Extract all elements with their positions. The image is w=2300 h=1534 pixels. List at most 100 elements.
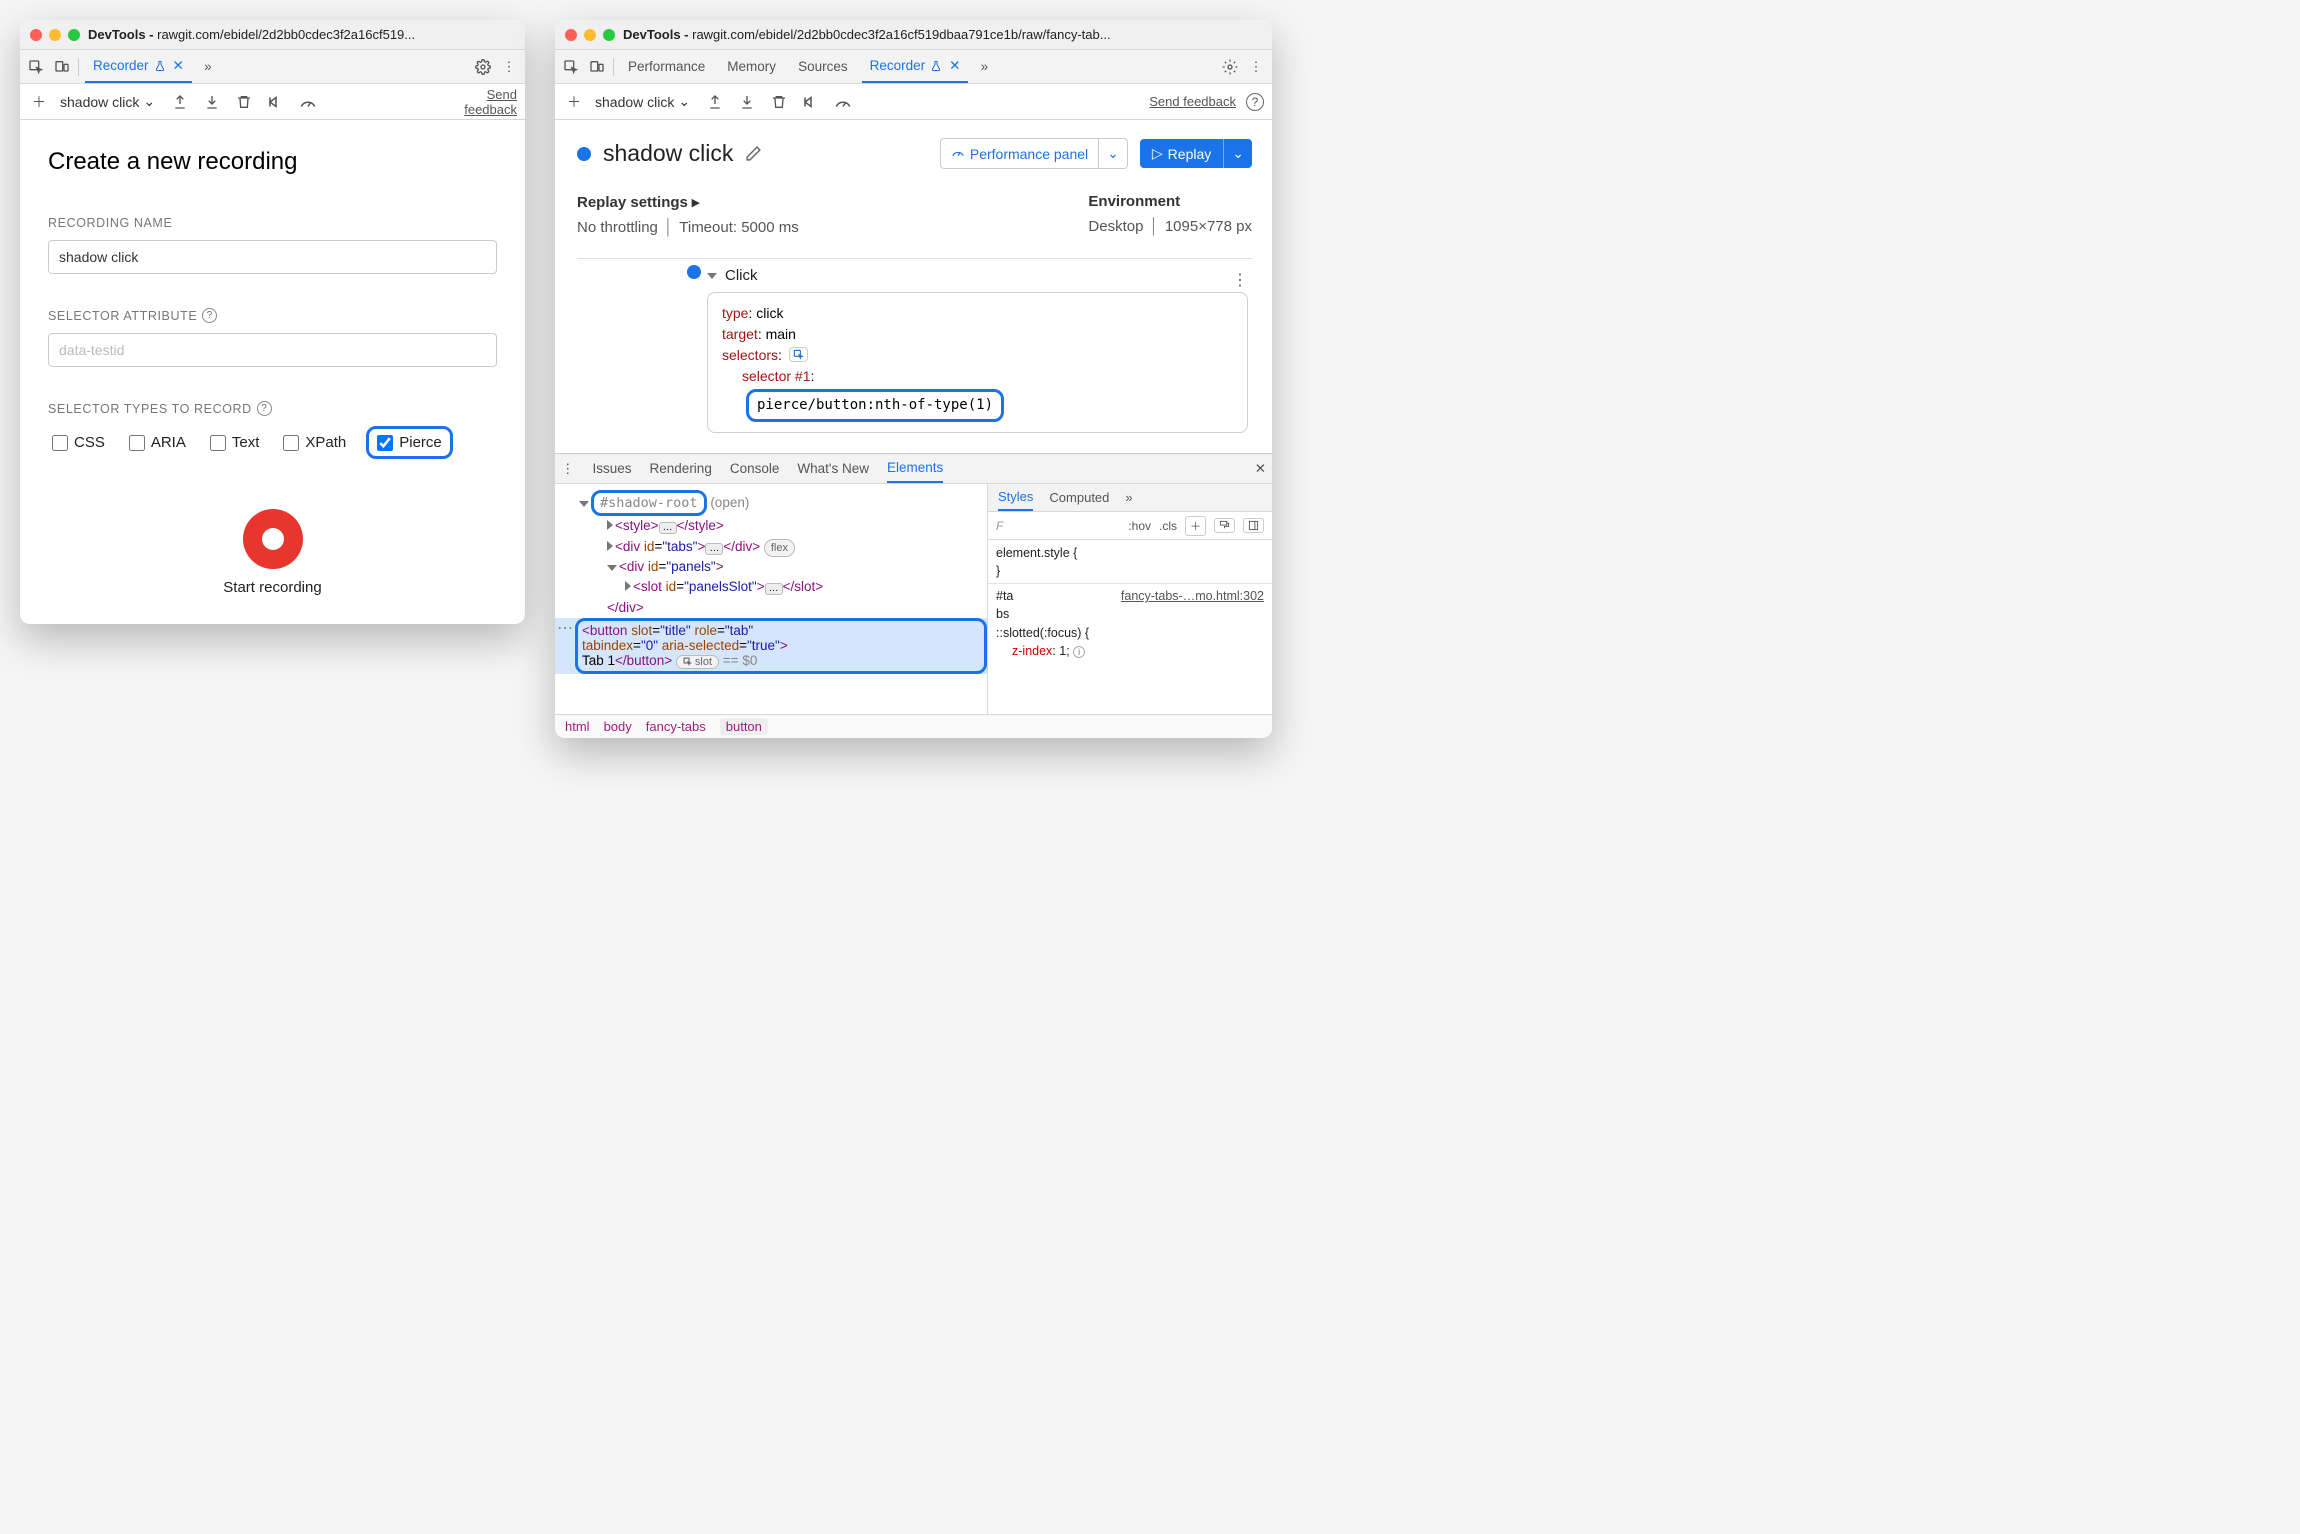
tab-recorder[interactable]: Recorder ✕ xyxy=(862,50,969,83)
new-recording-icon[interactable]: ＋ xyxy=(28,91,50,113)
slot-badge[interactable]: slot xyxy=(676,655,719,669)
panel-dock-icon[interactable] xyxy=(1243,518,1264,533)
import-icon[interactable] xyxy=(201,91,223,113)
step-menu-icon[interactable]: ⋮ xyxy=(1232,270,1248,290)
selector-type-pierce[interactable]: Pierce xyxy=(366,426,453,459)
step-icon[interactable] xyxy=(265,91,287,113)
performance-panel-button[interactable]: Performance panel ⌄ xyxy=(940,138,1128,169)
chevron-down-icon[interactable]: ⌄ xyxy=(1098,139,1127,168)
selector-types-row: CSS ARIA Text XPath Pierce xyxy=(48,426,497,459)
device-toolbar-icon[interactable] xyxy=(587,57,607,77)
selector-type-text[interactable]: Text xyxy=(206,431,264,454)
crumb-body[interactable]: body xyxy=(604,719,632,734)
replay-button[interactable]: ▷Replay ⌄ xyxy=(1140,139,1252,168)
drawer-tab-elements[interactable]: Elements xyxy=(887,454,943,483)
close-tab-icon[interactable]: ✕ xyxy=(949,58,960,74)
drawer-tab-console[interactable]: Console xyxy=(730,454,780,483)
tab-recorder[interactable]: Recorder ✕ xyxy=(85,50,192,83)
inspect-element-icon[interactable] xyxy=(561,57,581,77)
zoom-icon[interactable] xyxy=(68,29,80,41)
more-tabs-icon[interactable]: » xyxy=(974,57,994,77)
caret-down-icon[interactable] xyxy=(579,501,589,507)
tab-performance[interactable]: Performance xyxy=(620,50,713,83)
recording-name-input[interactable] xyxy=(48,240,497,274)
add-rule-icon[interactable]: ＋ xyxy=(1185,516,1206,536)
crumb-button[interactable]: button xyxy=(720,718,768,735)
drawer-close-icon[interactable]: ✕ xyxy=(1255,461,1266,477)
step-icon[interactable] xyxy=(800,91,822,113)
dom-selected-node[interactable]: <button slot="title" role="tab" tabindex… xyxy=(555,618,987,674)
drawer-tab-whatsnew[interactable]: What's New xyxy=(797,454,869,483)
environment-device: Desktop xyxy=(1088,218,1143,235)
selector-attribute-input[interactable] xyxy=(48,333,497,367)
paint-icon[interactable] xyxy=(1214,518,1235,533)
caret-down-icon[interactable] xyxy=(607,565,617,571)
speed-icon[interactable] xyxy=(832,91,854,113)
help-icon[interactable]: ? xyxy=(257,401,272,416)
drawer-tab-rendering[interactable]: Rendering xyxy=(650,454,712,483)
replay-settings-toggle[interactable]: Replay settings ▸ xyxy=(577,193,799,211)
help-circle-icon[interactable]: ? xyxy=(1246,93,1264,111)
styles-rules[interactable]: element.style { } #ta fancy-tabs-…mo.htm… xyxy=(988,540,1272,664)
speed-icon[interactable] xyxy=(297,91,319,113)
chevron-down-icon[interactable]: ⌄ xyxy=(1223,139,1252,168)
drawer-menu-icon[interactable]: ⋮ xyxy=(561,461,575,477)
info-icon[interactable]: i xyxy=(1073,646,1085,658)
kebab-menu-icon[interactable]: ⋮ xyxy=(1246,57,1266,77)
inspect-element-icon[interactable] xyxy=(26,57,46,77)
dom-more-icon[interactable]: ⋯ xyxy=(557,618,573,638)
selector-type-aria[interactable]: ARIA xyxy=(125,431,190,454)
recording-selector[interactable]: shadow click ⌄ xyxy=(595,93,690,110)
caret-right-icon[interactable] xyxy=(607,541,613,551)
flex-badge[interactable]: flex xyxy=(764,539,795,558)
zoom-icon[interactable] xyxy=(603,29,615,41)
create-recording-form: Create a new recording RECORDING NAME SE… xyxy=(20,120,525,624)
send-feedback-link[interactable]: Send feedback xyxy=(1149,94,1236,109)
toggle-hov[interactable]: :hov xyxy=(1128,519,1151,533)
start-recording-label: Start recording xyxy=(48,579,497,596)
styles-tab-styles[interactable]: Styles xyxy=(998,484,1033,511)
selector-type-xpath[interactable]: XPath xyxy=(279,431,350,454)
devtools-window-left: DevTools - rawgit.com/ebidel/2d2bb0cdec3… xyxy=(20,20,525,624)
recording-selector[interactable]: shadow click ⌄ xyxy=(60,93,155,110)
more-tabs-icon[interactable]: » xyxy=(1125,490,1132,505)
record-button[interactable] xyxy=(243,509,303,569)
settings-gear-icon[interactable] xyxy=(473,57,493,77)
help-icon[interactable]: ? xyxy=(202,308,217,323)
delete-icon[interactable] xyxy=(233,91,255,113)
export-icon[interactable] xyxy=(169,91,191,113)
close-tab-icon[interactable]: ✕ xyxy=(173,58,184,74)
import-icon[interactable] xyxy=(736,91,758,113)
step-header[interactable]: Click xyxy=(707,267,758,284)
caret-right-icon[interactable] xyxy=(625,581,631,591)
toggle-cls[interactable]: .cls xyxy=(1159,519,1177,533)
delete-icon[interactable] xyxy=(768,91,790,113)
new-recording-icon[interactable]: ＋ xyxy=(563,91,585,113)
crumb-html[interactable]: html xyxy=(565,719,590,734)
kebab-menu-icon[interactable]: ⋮ xyxy=(499,57,519,77)
tab-sources[interactable]: Sources xyxy=(790,50,856,83)
styles-filter-input[interactable]: F xyxy=(996,519,1003,533)
devtools-window-right: DevTools - rawgit.com/ebidel/2d2bb0cdec3… xyxy=(555,20,1272,738)
caret-right-icon[interactable] xyxy=(607,520,613,530)
settings-gear-icon[interactable] xyxy=(1220,57,1240,77)
export-icon[interactable] xyxy=(704,91,726,113)
elements-dom-tree[interactable]: #shadow-root (open) <style>…</style> <di… xyxy=(555,484,987,714)
crumb-fancy-tabs[interactable]: fancy-tabs xyxy=(646,719,706,734)
close-icon[interactable] xyxy=(30,29,42,41)
selector-type-css[interactable]: CSS xyxy=(48,431,109,454)
pick-element-icon[interactable] xyxy=(789,347,808,362)
close-icon[interactable] xyxy=(565,29,577,41)
edit-pencil-icon[interactable] xyxy=(745,145,762,162)
minimize-icon[interactable] xyxy=(584,29,596,41)
device-toolbar-icon[interactable] xyxy=(52,57,72,77)
titlebar: DevTools - rawgit.com/ebidel/2d2bb0cdec3… xyxy=(555,20,1272,50)
source-link[interactable]: fancy-tabs-…mo.html:302 xyxy=(1121,587,1264,605)
environment-viewport: 1095×778 px xyxy=(1165,218,1252,235)
more-tabs-icon[interactable]: » xyxy=(198,57,218,77)
send-feedback-link[interactable]: Send feedback xyxy=(457,87,517,117)
drawer-tab-issues[interactable]: Issues xyxy=(593,454,632,483)
tab-memory[interactable]: Memory xyxy=(719,50,784,83)
minimize-icon[interactable] xyxy=(49,29,61,41)
styles-tab-computed[interactable]: Computed xyxy=(1049,484,1109,511)
